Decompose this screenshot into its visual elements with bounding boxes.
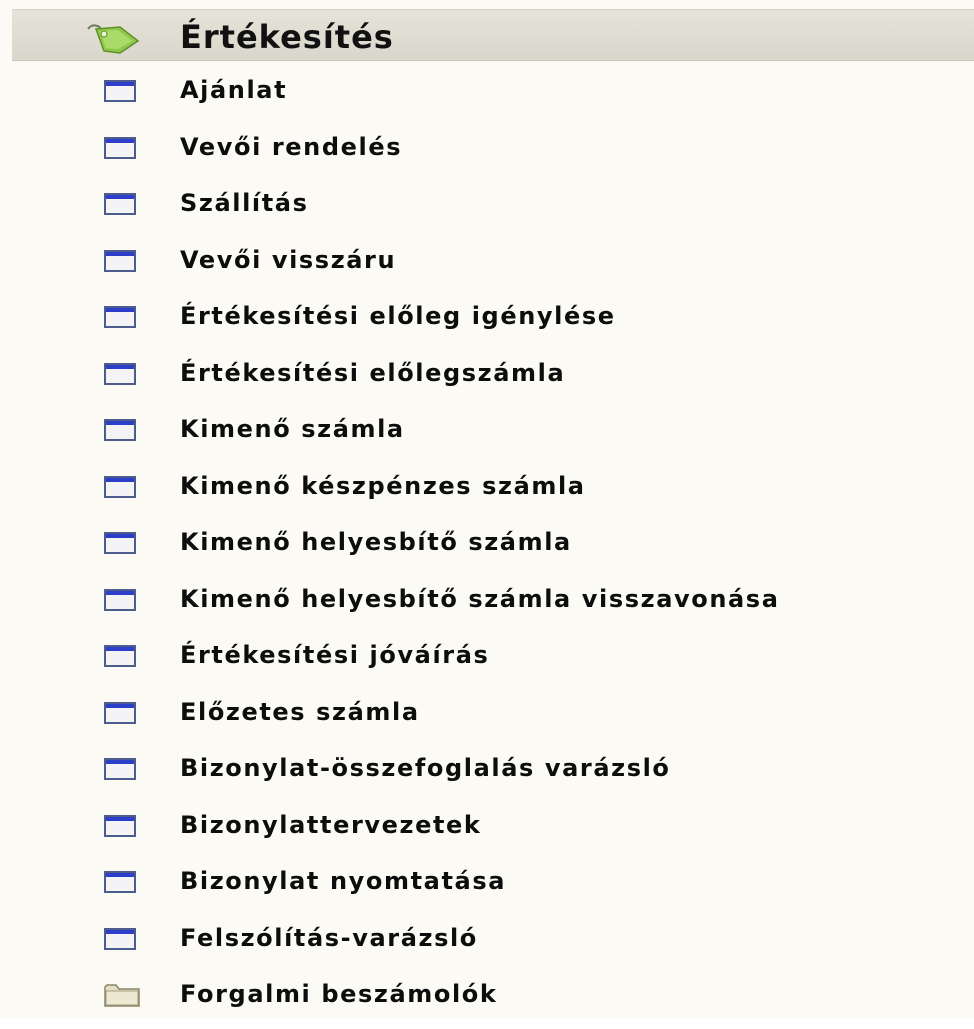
window-icon bbox=[104, 419, 136, 441]
menu-item-label: Értékesítési jóváírás bbox=[180, 641, 490, 669]
menu-item-ertekesitesi-jovairas[interactable]: Értékesítési jóváírás bbox=[0, 633, 974, 690]
price-tag-icon bbox=[87, 24, 140, 54]
menu-item-label: Bizonylat-összefoglalás varázsló bbox=[180, 754, 671, 782]
menu-item-bizonylat-osszefoglalas-varazslo[interactable]: Bizonylat-összefoglalás varázsló bbox=[0, 746, 974, 803]
folder-icon bbox=[104, 984, 140, 1007]
menu-item-label: Forgalmi beszámolók bbox=[180, 980, 498, 1008]
window-icon bbox=[104, 532, 136, 554]
menu-item-elozetes-szamla[interactable]: Előzetes számla bbox=[0, 690, 974, 747]
menu-items-list: Ajánlat Vevői rendelés Szállítás Vevői v… bbox=[0, 68, 974, 1029]
menu-item-bizonylat-nyomtatasa[interactable]: Bizonylat nyomtatása bbox=[0, 859, 974, 916]
menu-item-label: Bizonylat nyomtatása bbox=[180, 867, 506, 895]
window-icon bbox=[104, 362, 136, 385]
menu-item-label: Kimenő helyesbítő számla bbox=[180, 528, 572, 556]
menu-item-label: Értékesítési előlegszámla bbox=[180, 358, 566, 387]
window-icon bbox=[104, 645, 136, 667]
window-icon bbox=[104, 701, 136, 724]
menu-folder-forgalmi-beszamolok[interactable]: Forgalmi beszámolók bbox=[0, 972, 974, 1029]
menu-item-label: Vevői rendelés bbox=[180, 132, 403, 161]
module-header[interactable]: Értékesítés bbox=[12, 9, 974, 61]
menu-item-label: Kimenő számla bbox=[180, 415, 405, 443]
menu-item-label: Értékesítési előleg igénylése bbox=[180, 302, 616, 330]
menu-item-label: Bizonylattervezetek bbox=[180, 810, 482, 839]
menu-item-label: Szállítás bbox=[180, 189, 309, 217]
menu-item-label: Előzetes számla bbox=[180, 697, 420, 726]
menu-item-label: Kimenő helyesbítő számla visszavonása bbox=[180, 584, 780, 613]
window-icon bbox=[104, 249, 136, 272]
menu-item-ajanlat[interactable]: Ajánlat bbox=[0, 68, 974, 125]
menu-item-szallitas[interactable]: Szállítás bbox=[0, 181, 974, 238]
menu-item-label: Ajánlat bbox=[180, 76, 288, 104]
window-icon bbox=[104, 193, 136, 215]
window-icon bbox=[104, 306, 136, 328]
window-icon bbox=[104, 927, 136, 950]
menu-item-vevoi-rendeles[interactable]: Vevői rendelés bbox=[0, 125, 974, 182]
window-icon bbox=[104, 80, 136, 102]
menu-item-label: Kimenő készpénzes számla bbox=[180, 471, 586, 500]
window-icon bbox=[104, 814, 136, 837]
menu-item-kimeno-szamla[interactable]: Kimenő számla bbox=[0, 407, 974, 464]
window-icon bbox=[104, 588, 136, 611]
menu-item-bizonylattervezetek[interactable]: Bizonylattervezetek bbox=[0, 803, 974, 860]
menu-item-kimeno-helyesbito-szamla-visszavonasa[interactable]: Kimenő helyesbítő számla visszavonása bbox=[0, 577, 974, 634]
module-title: Értékesítés bbox=[180, 18, 394, 56]
menu-item-ertekesitesi-elolegszamla[interactable]: Értékesítési előlegszámla bbox=[0, 351, 974, 408]
window-icon bbox=[104, 475, 136, 498]
menu-item-vevoi-visszaru[interactable]: Vevői visszáru bbox=[0, 238, 974, 295]
menu-item-felszolitas-varazslo[interactable]: Felszólítás-varázsló bbox=[0, 916, 974, 973]
top-strip bbox=[0, 0, 974, 8]
menu-item-kimeno-keszpenzes-szamla[interactable]: Kimenő készpénzes számla bbox=[0, 464, 974, 521]
menu-item-label: Felszólítás-varázsló bbox=[180, 923, 478, 952]
window-icon bbox=[104, 871, 136, 893]
module-menu: Értékesítés Ajánlat Vevői rendelés Száll… bbox=[0, 0, 974, 1018]
menu-item-label: Vevői visszáru bbox=[180, 245, 397, 274]
window-icon bbox=[104, 758, 136, 780]
window-icon bbox=[104, 136, 136, 159]
menu-item-kimeno-helyesbito-szamla[interactable]: Kimenő helyesbítő számla bbox=[0, 520, 974, 577]
menu-item-ertekesitesi-eloleg-igenylese[interactable]: Értékesítési előleg igénylése bbox=[0, 294, 974, 351]
